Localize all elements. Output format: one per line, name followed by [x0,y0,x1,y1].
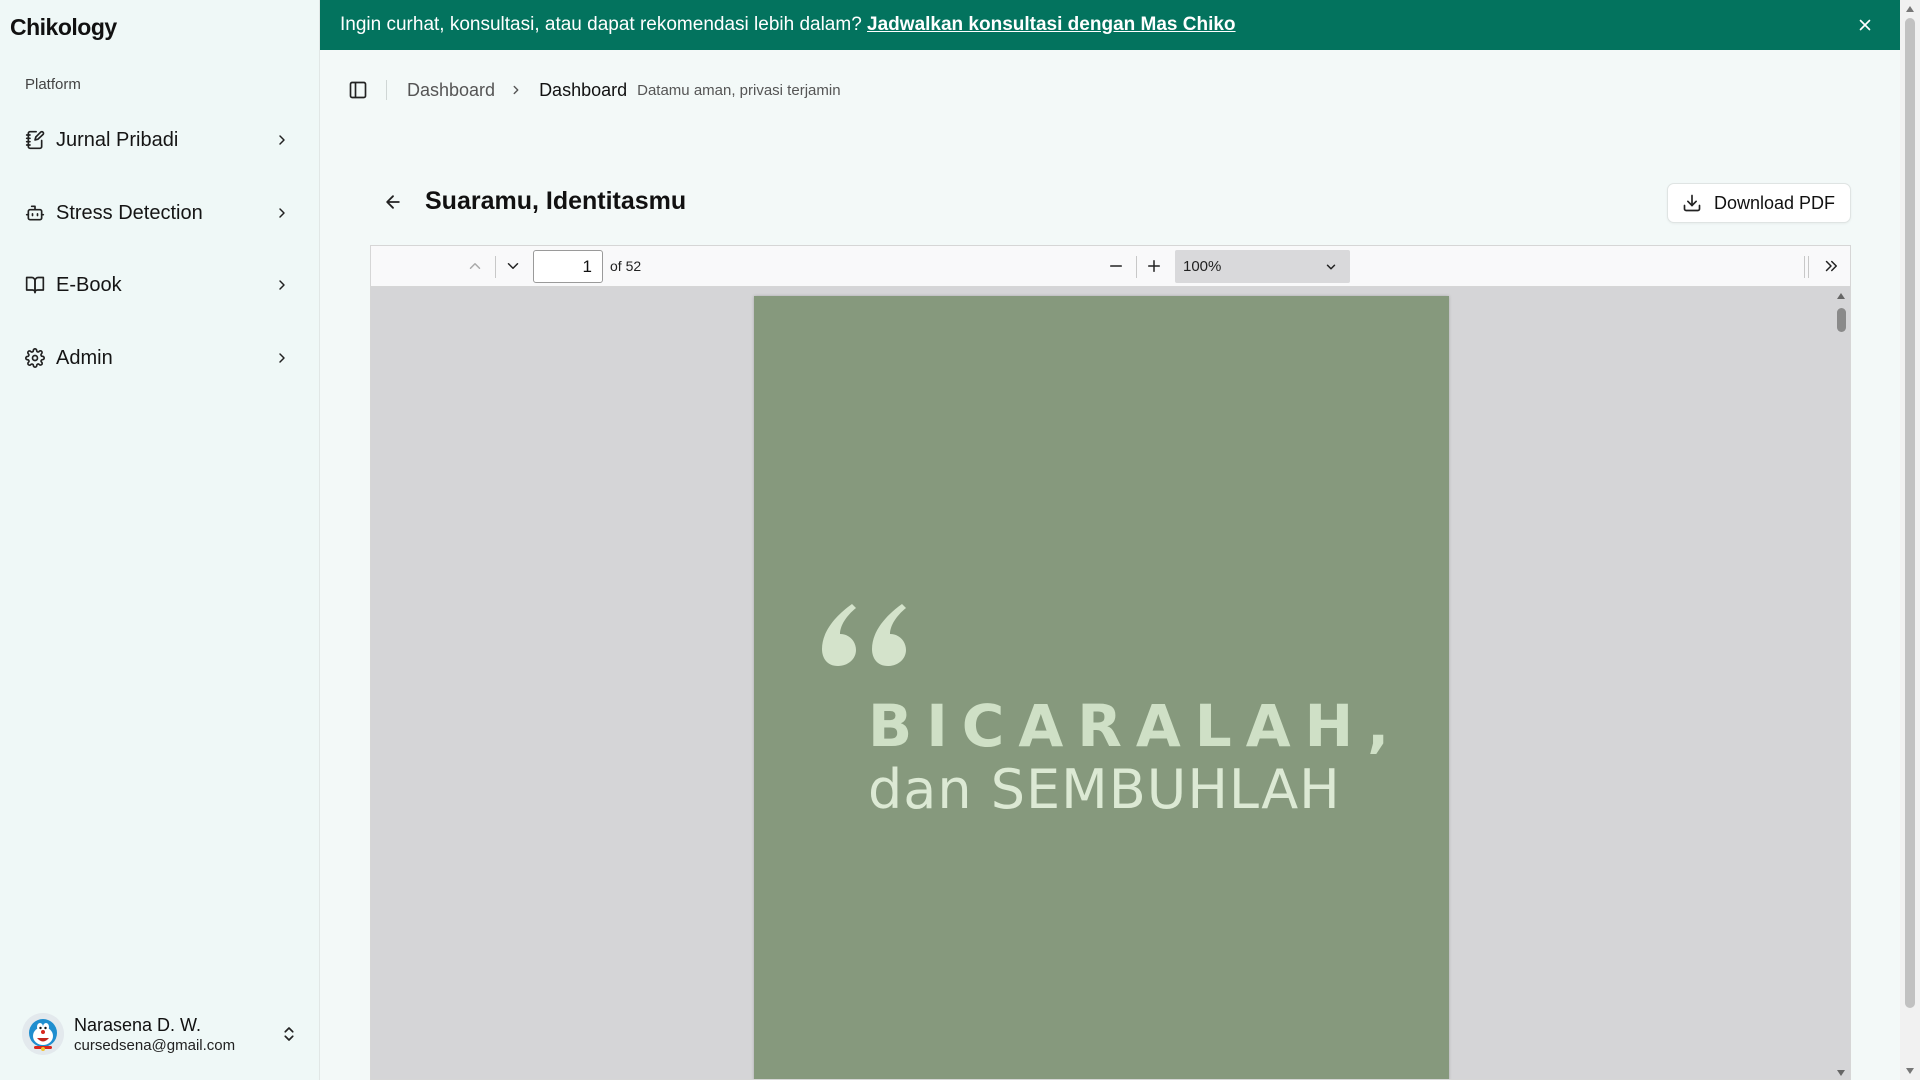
pdf-toolbar: of 52 100% [371,246,1850,287]
breadcrumb-dashboard[interactable]: Dashboard [407,80,495,101]
scroll-down-icon[interactable] [1904,1066,1916,1076]
pdf-scrollbar-thumb[interactable] [1837,308,1846,332]
page-header: Dashboard Dashboard Datamu aman, privasi… [320,50,1900,130]
next-page-icon[interactable] [499,252,527,280]
cover-subheadline: dan SEMBUHLAH [868,758,1341,821]
sidebar-item-label: Admin [56,346,113,369]
window-scrollbar[interactable] [1900,0,1920,1080]
divider [386,80,387,100]
toolbar-divider [495,256,496,278]
gear-icon [24,347,46,369]
zoom-value: 100% [1183,258,1222,275]
privacy-note: Datamu aman, privasi terjamin [637,81,841,99]
sidebar-item-stress-detection[interactable]: Stress Detection [16,189,298,237]
sidebar-item-jurnal-pribadi[interactable]: Jurnal Pribadi [16,116,298,164]
sidebar-item-label: E-Book [56,273,122,296]
pdf-viewer: of 52 100% BICARALAH, dan SEMBUHLAH [370,245,1851,1080]
book-open-icon [24,274,46,296]
sidebar-item-e-book[interactable]: E-Book [16,261,298,309]
sidebar-group-label: Platform [25,76,81,93]
back-arrow-icon[interactable] [380,189,406,215]
toolbar-divider [1136,256,1137,278]
sidebar-item-label: Jurnal Pribadi [56,128,179,151]
pdf-scrollbar[interactable] [1831,288,1850,1079]
chevron-right-icon [509,82,525,98]
banner-text: Ingin curhat, konsultasi, atau dapat rek… [340,14,868,35]
pdf-page-cover: BICARALAH, dan SEMBUHLAH [754,296,1449,1079]
zoom-select[interactable]: 100% [1175,250,1350,283]
chevrons-up-down-icon [278,1023,300,1045]
consultation-banner: Ingin curhat, konsultasi, atau dapat rek… [320,0,1900,50]
download-icon [1682,193,1702,213]
page-number-input[interactable] [533,250,603,283]
chevron-right-icon [272,348,292,368]
zoom-in-icon[interactable] [1140,252,1168,280]
chevron-right-icon [272,203,292,223]
banner-link[interactable]: Jadwalkan konsultasi dengan Mas Chiko [867,14,1236,35]
chevron-right-icon [272,130,292,150]
more-tools-icon[interactable] [1817,252,1845,280]
download-pdf-button[interactable]: Download PDF [1667,183,1851,223]
chevron-right-icon [272,275,292,295]
quotation-mark-icon [822,604,906,666]
page-title: Suaramu, Identitasmu [425,187,687,215]
user-menu[interactable]: Narasena D. W. cursedsena@gmail.com [22,1008,300,1060]
zoom-out-icon[interactable] [1102,252,1130,280]
scroll-up-icon[interactable] [1904,4,1916,14]
toolbar-divider [1804,256,1805,278]
scroll-down-icon[interactable] [1834,1067,1848,1079]
user-info: Narasena D. W. cursedsena@gmail.com [74,1014,278,1055]
chevron-down-icon [1320,256,1342,278]
close-icon[interactable] [1854,14,1876,36]
cover-headline: BICARALAH, [868,692,1404,760]
user-name: Narasena D. W. [74,1014,202,1035]
banner-message: Ingin curhat, konsultasi, atau dapat rek… [340,14,1236,36]
app-brand[interactable]: Chikology [10,14,117,41]
sidebar: Chikology Platform Jurnal Pribadi Stress… [0,0,320,1080]
sidebar-item-admin[interactable]: Admin [16,334,298,382]
journal-edit-icon [24,129,46,151]
avatar [22,1013,64,1055]
sidebar-item-label: Stress Detection [56,201,203,224]
scroll-up-icon[interactable] [1834,290,1848,302]
sidebar-toggle-icon[interactable] [346,78,370,102]
user-email: cursedsena@gmail.com [74,1036,236,1054]
window-scrollbar-thumb[interactable] [1905,18,1915,1008]
previous-page-icon[interactable] [461,252,489,280]
download-pdf-label: Download PDF [1714,192,1836,213]
page-total: of 52 [610,258,642,274]
bot-icon [24,202,46,224]
toolbar-divider [1808,256,1809,278]
breadcrumb-current: Dashboard [539,79,628,100]
